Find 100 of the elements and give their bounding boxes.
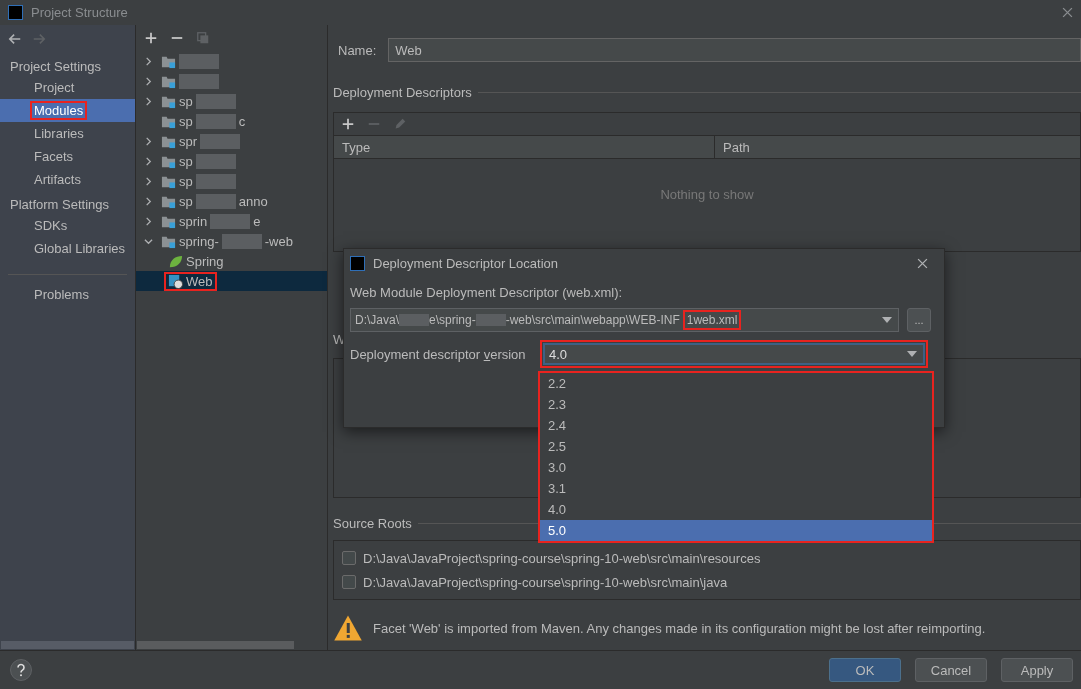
chevron-down-icon[interactable] xyxy=(144,236,153,246)
checkbox[interactable] xyxy=(342,551,356,565)
chevron-right-icon[interactable] xyxy=(144,156,153,166)
chevron-right-icon[interactable] xyxy=(144,76,153,86)
path-label: D:\Java\JavaProject\spring-course\spring-10-web\src\main\java xyxy=(363,574,728,590)
label-text: -web\src\main\webapp\WEB-INF xyxy=(505,313,680,327)
blurred-patch xyxy=(200,133,241,149)
section-title: Source Roots xyxy=(333,515,412,531)
dropdown-option[interactable]: 2.3 xyxy=(540,394,932,415)
nav-item[interactable]: Artifacts xyxy=(0,168,135,191)
label-text: sp xyxy=(179,113,193,129)
label-text: e\spring- xyxy=(429,313,476,327)
dropdown-option[interactable]: 4.0 xyxy=(540,499,932,520)
section-heading: Project Settings xyxy=(9,58,103,76)
chevron-right-icon[interactable] xyxy=(144,176,153,186)
tree-item[interactable]: sp xyxy=(136,171,327,191)
dropdown-option[interactable]: 3.0 xyxy=(540,457,932,478)
label-text: anno xyxy=(238,193,268,209)
field-label: Web Module Deployment Descriptor (web.xml): xyxy=(350,285,624,300)
chevron-right-icon[interactable] xyxy=(144,136,153,146)
blurred-patch xyxy=(210,213,251,229)
warning-icon xyxy=(333,614,363,642)
empty-message: Nothing to show xyxy=(660,187,754,204)
label-text: sp xyxy=(179,173,193,189)
dialog-button[interactable]: Cancel xyxy=(915,658,987,682)
label-text: e xyxy=(253,213,261,229)
blurred-patch xyxy=(179,73,219,89)
add-icon[interactable] xyxy=(341,117,355,131)
dialog-title: Deployment Descriptor Location xyxy=(373,255,558,271)
field-label: Deployment descriptor version xyxy=(350,346,527,362)
chevron-right-icon[interactable] xyxy=(144,56,153,66)
column-header[interactable]: Type xyxy=(334,136,715,158)
tree-item[interactable]: sp xyxy=(136,91,327,111)
path-label: D:\Java\JavaProject\spring-course\spring-10-web\src\main\resources xyxy=(363,550,761,566)
label-text: spring- xyxy=(179,233,219,249)
label-text: sp xyxy=(179,193,193,209)
tree-item[interactable]: spring- -web xyxy=(136,231,327,251)
blurred-patch xyxy=(179,53,219,69)
checkbox[interactable] xyxy=(342,575,356,589)
help-icon[interactable] xyxy=(10,659,32,681)
tree-item[interactable]: spr xyxy=(136,131,327,151)
column-header[interactable]: Path xyxy=(715,136,1080,158)
nav-item[interactable]: SDKs xyxy=(0,214,135,237)
tree-item[interactable]: sp anno xyxy=(136,191,327,211)
label-text: sprin xyxy=(179,213,208,229)
blurred-patch xyxy=(195,153,236,169)
dropdown-option[interactable]: 2.4 xyxy=(540,415,932,436)
warning-message: Facet 'Web' is imported from Maven. Any changes made in its configuration might be lost after reimporting. xyxy=(373,620,986,636)
chevron-right-icon[interactable] xyxy=(144,196,153,206)
name-field[interactable]: Web xyxy=(388,38,1081,62)
nav-item[interactable]: Modules xyxy=(0,99,135,122)
label-text: c xyxy=(238,113,246,129)
close-icon[interactable] xyxy=(917,257,928,269)
label-text: spr xyxy=(179,133,198,149)
back-arrow-icon[interactable] xyxy=(8,32,22,46)
nav-item[interactable]: Global Libraries xyxy=(0,237,135,260)
nav-item[interactable]: Project xyxy=(0,76,135,99)
close-icon[interactable] xyxy=(1062,7,1073,18)
blurred-patch xyxy=(195,93,236,109)
copy-icon xyxy=(196,31,210,45)
nav-item[interactable]: Facets xyxy=(0,145,135,168)
tree-item[interactable]: sprin e xyxy=(136,211,327,231)
blurred-patch xyxy=(195,173,236,189)
chevron-right-icon[interactable] xyxy=(144,96,153,106)
caret-icon[interactable] xyxy=(882,317,892,323)
nav-item[interactable]: Problems xyxy=(0,283,135,306)
label-text: -web xyxy=(264,233,293,249)
section-title: Deployment Descriptors xyxy=(333,84,472,100)
dialog-button[interactable]: OK xyxy=(829,658,901,682)
nav-item[interactable]: Libraries xyxy=(0,122,135,145)
dropdown-option[interactable]: 2.5 xyxy=(540,436,932,457)
leaf-icon xyxy=(168,253,183,269)
dropdown-option[interactable]: 5.0 xyxy=(540,520,932,541)
blurred-patch xyxy=(195,113,236,129)
label-text: sp xyxy=(179,153,193,169)
pencil-icon xyxy=(393,117,407,131)
path-combo-field[interactable]: D:\Java\ e\spring- -web\src\main\webapp\WEB-INF 1web.xml xyxy=(350,308,899,332)
field-label: Name: xyxy=(338,42,377,58)
tree-item[interactable]: sp c xyxy=(136,111,327,131)
tree-item[interactable]: Web xyxy=(136,271,327,291)
app-logo-icon xyxy=(8,5,23,20)
caret-icon[interactable] xyxy=(907,351,917,357)
scrollbar[interactable] xyxy=(137,641,294,649)
chevron-right-icon[interactable] xyxy=(144,216,153,226)
section-heading: Platform Settings xyxy=(9,196,110,214)
tree-item[interactable]: Spring xyxy=(136,251,327,271)
dialog-button[interactable]: Apply xyxy=(1001,658,1073,682)
label-text: 1web.xml xyxy=(682,310,742,330)
label-text: Spring xyxy=(186,253,224,269)
tree-item[interactable]: sp xyxy=(136,151,327,171)
blurred-patch xyxy=(195,193,236,209)
label-text: D:\Java\ xyxy=(355,313,399,327)
label-text: sp xyxy=(179,93,193,109)
dropdown-option[interactable]: 2.2 xyxy=(540,373,932,394)
dropdown-option[interactable]: 3.1 xyxy=(540,478,932,499)
scrollbar[interactable] xyxy=(1,641,134,649)
browse-button[interactable]: ... xyxy=(907,308,931,332)
app-logo-icon xyxy=(350,255,365,271)
add-icon[interactable] xyxy=(144,31,158,45)
version-combo-field[interactable]: 4.0 xyxy=(543,343,925,365)
